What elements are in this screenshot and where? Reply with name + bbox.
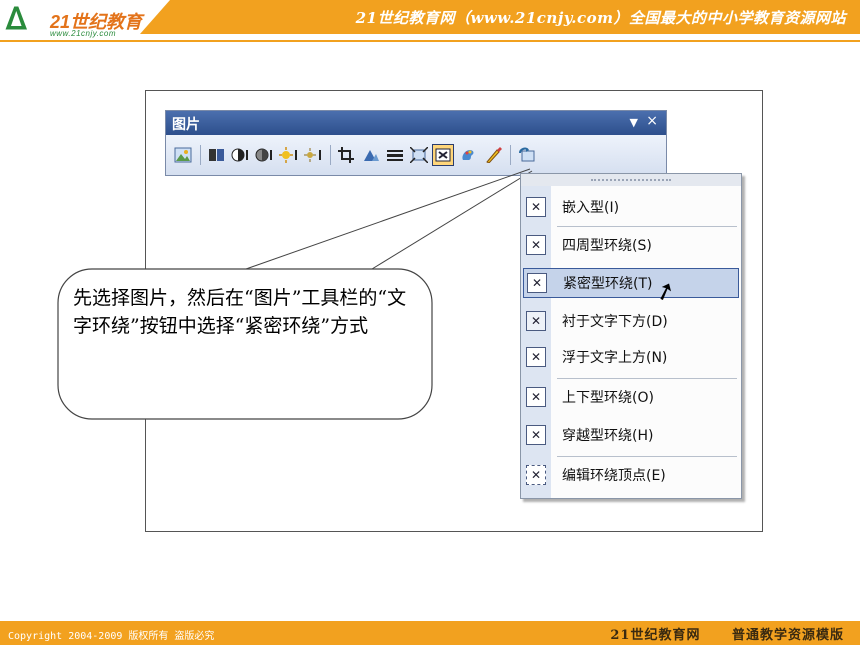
- callout-text: 先选择图片，然后在“图片”工具栏的“文字环绕”按钮中选择“紧密环绕”方式: [73, 287, 407, 337]
- logo-url: www.21cnjy.com: [50, 29, 116, 38]
- page-header: ᐃ 21世纪教育 www.21cnjy.com 21世纪教育网（www.21cn…: [0, 0, 860, 42]
- menu-item-through[interactable]: ✕ 穿越型环绕(H): [523, 420, 739, 450]
- footer-brand: 21世纪教育网 普通教学资源模版: [584, 624, 844, 643]
- inline-wrap-icon: ✕: [526, 197, 546, 217]
- menu-item-label: 嵌入型(I): [562, 200, 620, 216]
- menu-item-label: 紧密型环绕(T): [563, 276, 653, 292]
- footer-copyright: Copyright 2004-2009 版权所有 盗版必究: [8, 631, 215, 642]
- site-logo: ᐃ 21世纪教育 www.21cnjy.com: [6, 2, 156, 40]
- menu-item-label: 穿越型环绕(H): [562, 428, 654, 444]
- menu-item-square[interactable]: ✕ 四周型环绕(S): [523, 230, 739, 260]
- menu-separator: [557, 226, 737, 227]
- menu-item-label: 上下型环绕(O): [562, 390, 654, 406]
- menu-item-inline[interactable]: ✕ 嵌入型(I): [523, 192, 739, 222]
- instruction-callout: 先选择图片，然后在“图片”工具栏的“文字环绕”按钮中选择“紧密环绕”方式: [57, 268, 433, 420]
- menu-item-behind-text[interactable]: ✕ 衬于文字下方(D): [523, 306, 739, 336]
- menu-item-label: 浮于文字上方(N): [562, 350, 668, 366]
- square-wrap-icon: ✕: [526, 235, 546, 255]
- tight-wrap-icon: ✕: [527, 273, 547, 293]
- page-footer: Copyright 2004-2009 版权所有 盗版必究 21世纪教育网 普通…: [0, 617, 860, 645]
- menu-item-tight[interactable]: ✕ 紧密型环绕(T): [523, 268, 739, 298]
- menu-item-in-front-text[interactable]: ✕ 浮于文字上方(N): [523, 342, 739, 372]
- header-divider: [0, 40, 860, 42]
- menu-item-top-bottom[interactable]: ✕ 上下型环绕(O): [523, 382, 739, 412]
- top-bottom-wrap-icon: ✕: [526, 387, 546, 407]
- footer-tagline: 普通教学资源模版: [731, 628, 844, 643]
- runner-logo-icon: ᐃ: [6, 2, 27, 37]
- behind-text-icon: ✕: [526, 311, 546, 331]
- through-wrap-icon: ✕: [526, 425, 546, 445]
- text-wrapping-menu: ✕ 嵌入型(I) ✕ 四周型环绕(S) ✕ 紧密型环绕(T) ✕ 衬于文字下方(…: [520, 173, 742, 499]
- menu-separator: [557, 456, 737, 457]
- menu-separator: [557, 378, 737, 379]
- in-front-text-icon: ✕: [526, 347, 546, 367]
- menu-drag-handle[interactable]: [521, 174, 741, 186]
- menu-item-label: 编辑环绕顶点(E): [562, 468, 666, 484]
- menu-item-edit-wrap-points[interactable]: ✕ 编辑环绕顶点(E): [523, 460, 739, 490]
- menu-item-label: 四周型环绕(S): [562, 238, 652, 254]
- footer-site: 21世纪教育网: [610, 628, 701, 643]
- menu-item-label: 衬于文字下方(D): [562, 314, 668, 330]
- header-title: 21世纪教育网（www.21cnjy.com）全国最大的中小学教育资源网站: [355, 9, 846, 27]
- edit-wrap-points-icon: ✕: [526, 465, 546, 485]
